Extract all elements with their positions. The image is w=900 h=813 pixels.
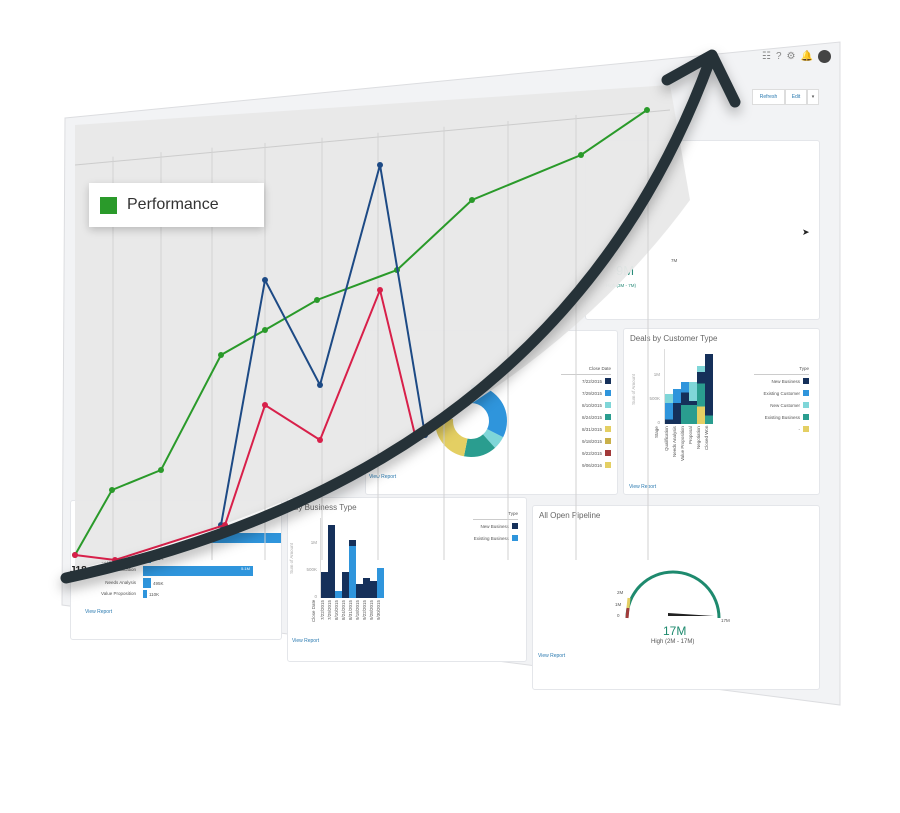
growth-arrow-icon [60, 49, 741, 584]
